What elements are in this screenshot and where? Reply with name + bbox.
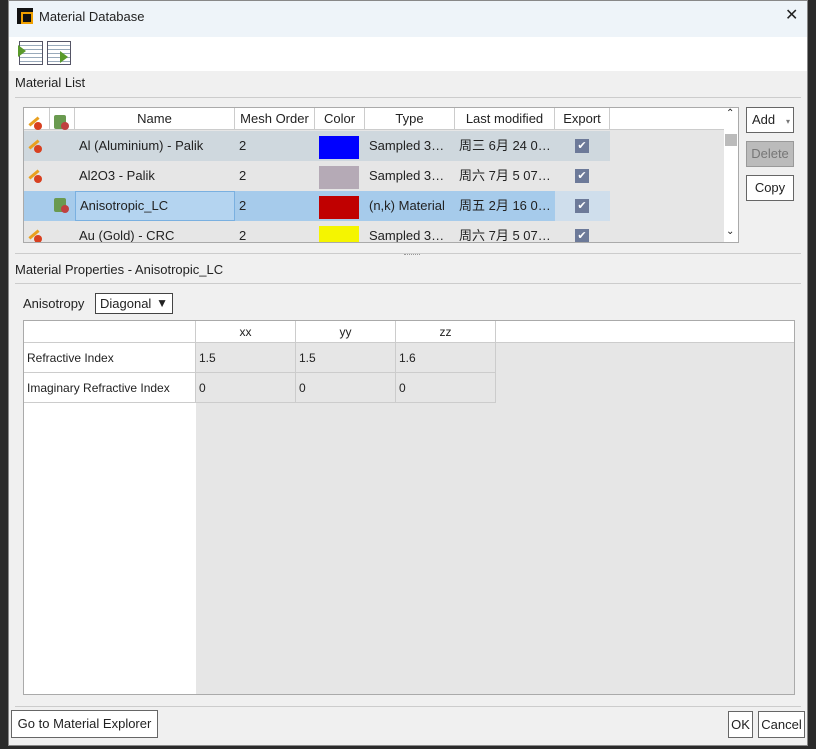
anisotropy-value: Diagonal <box>100 296 152 311</box>
export-table-icon[interactable] <box>47 41 71 65</box>
edit-icon[interactable] <box>28 139 42 153</box>
name-cell[interactable]: Au (Gold) - CRC <box>75 221 235 242</box>
type-cell: (n,k) Material <box>369 198 445 213</box>
last-modified-cell: 周三 6月 24 0… <box>459 138 551 153</box>
export-cell: ✔ <box>555 131 610 161</box>
export-cell: ✔ <box>555 191 610 221</box>
column-header-xx: xx <box>196 321 296 343</box>
type-cell: Sampled 3… <box>369 228 445 243</box>
color-swatch[interactable] <box>319 136 359 159</box>
dropdown-icon: ▾ <box>785 117 790 126</box>
name-cell[interactable]: Al2O3 - Palik <box>75 161 235 191</box>
column-header-color[interactable]: Color <box>315 108 365 130</box>
delete-button[interactable]: Delete <box>746 141 794 167</box>
material-database-dialog: Material Database ✕ Material List Name M… <box>8 0 808 746</box>
color-swatch[interactable] <box>319 226 359 242</box>
table-row[interactable]: Al (Aluminium) - Palik 2 Sampled 3… 周三 6… <box>24 131 610 161</box>
scroll-down-icon[interactable]: ⌄ <box>726 226 734 237</box>
go-to-material-explorer-button[interactable]: Go to Material Explorer <box>11 710 158 738</box>
import-table-icon[interactable] <box>18 41 43 65</box>
color-cell[interactable] <box>315 191 365 221</box>
name-cell[interactable]: Al (Aluminium) - Palik <box>75 131 235 161</box>
delete-header-icon[interactable] <box>50 108 75 130</box>
table-row[interactable]: Au (Gold) - CRC 2 Sampled 3… 周六 7月 5 07…… <box>24 221 610 243</box>
edit-icon[interactable] <box>28 229 42 242</box>
color-cell[interactable] <box>315 221 365 242</box>
splitter-handle[interactable] <box>404 254 420 256</box>
export-checkbox[interactable]: ✔ <box>575 139 589 153</box>
column-header-export[interactable]: Export <box>555 108 610 130</box>
edit-header-icon[interactable] <box>24 108 50 130</box>
mesh-order-cell: 2 <box>239 138 247 153</box>
color-swatch[interactable] <box>319 166 359 189</box>
copy-button[interactable]: Copy <box>746 175 794 201</box>
row-label: Imaginary Refractive Index <box>24 373 196 403</box>
toolbar <box>9 37 807 71</box>
column-header-zz: zz <box>396 321 496 343</box>
add-button[interactable]: Add ▾ <box>746 107 794 133</box>
type-cell: Sampled 3… <box>369 138 445 153</box>
last-modified-cell: 周六 7月 5 07… <box>459 168 551 183</box>
title-bar: Material Database ✕ <box>9 1 807 37</box>
property-value-cell[interactable]: 0 <box>396 373 496 403</box>
properties-grid: xx yy zz Refractive Index 1.5 1.5 1.6 Imagin… <box>23 320 795 695</box>
scrollbar-thumb[interactable] <box>725 134 737 146</box>
scrollbar[interactable]: ⌃ ⌄ <box>724 108 738 242</box>
property-value-cell[interactable]: 0 <box>296 373 396 403</box>
column-header-last-modified[interactable]: Last modified <box>455 108 555 130</box>
app-logo-icon <box>17 8 33 24</box>
delete-icon[interactable] <box>54 198 69 213</box>
last-modified-cell: 周六 7月 5 07… <box>459 228 551 243</box>
export-cell: ✔ <box>555 161 610 191</box>
mesh-order-cell: 2 <box>239 168 247 183</box>
export-cell: ✔ <box>555 221 610 242</box>
material-table: Name Mesh Order Color Type Last modified… <box>23 107 739 243</box>
column-header-name[interactable]: Name <box>75 108 235 130</box>
column-header-yy: yy <box>296 321 396 343</box>
anisotropy-select[interactable]: Diagonal ▼ <box>95 293 173 314</box>
table-row[interactable]: Anisotropic_LC 2 (n,k) Material 周五 2月 16… <box>24 191 610 221</box>
property-value-cell[interactable]: 1.5 <box>196 343 296 373</box>
ok-button[interactable]: OK <box>728 711 753 738</box>
window-title: Material Database <box>39 9 145 24</box>
dropdown-arrow-icon: ▼ <box>156 296 168 310</box>
properties-label: Material Properties - Anisotropic_LC <box>15 262 224 277</box>
column-header-type[interactable]: Type <box>365 108 455 130</box>
property-value-cell[interactable]: 1.5 <box>296 343 396 373</box>
mesh-order-cell: 2 <box>239 228 247 243</box>
material-list-label: Material List <box>15 75 86 90</box>
color-cell[interactable] <box>315 161 365 191</box>
column-header-mesh-order[interactable]: Mesh Order <box>235 108 315 130</box>
anisotropy-label: Anisotropy <box>23 296 85 311</box>
scroll-up-icon[interactable]: ⌃ <box>726 108 734 119</box>
property-value-cell[interactable]: 0 <box>196 373 296 403</box>
table-row[interactable]: Al2O3 - Palik 2 Sampled 3… 周六 7月 5 07… ✔ <box>24 161 610 191</box>
color-swatch[interactable] <box>319 196 359 219</box>
edit-icon[interactable] <box>28 169 42 183</box>
export-checkbox[interactable]: ✔ <box>575 229 589 242</box>
add-label: Add <box>752 112 776 127</box>
cancel-button[interactable]: Cancel <box>758 711 805 738</box>
export-checkbox[interactable]: ✔ <box>575 199 589 213</box>
property-value-cell[interactable]: 1.6 <box>396 343 496 373</box>
color-cell[interactable] <box>315 131 365 161</box>
last-modified-cell: 周五 2月 16 0… <box>459 198 551 213</box>
close-icon[interactable]: ✕ <box>785 5 798 25</box>
type-cell: Sampled 3… <box>369 168 445 183</box>
export-checkbox[interactable]: ✔ <box>575 169 589 183</box>
row-label: Refractive Index <box>24 343 196 373</box>
mesh-order-cell: 2 <box>239 198 247 213</box>
name-cell[interactable]: Anisotropic_LC <box>75 191 235 221</box>
